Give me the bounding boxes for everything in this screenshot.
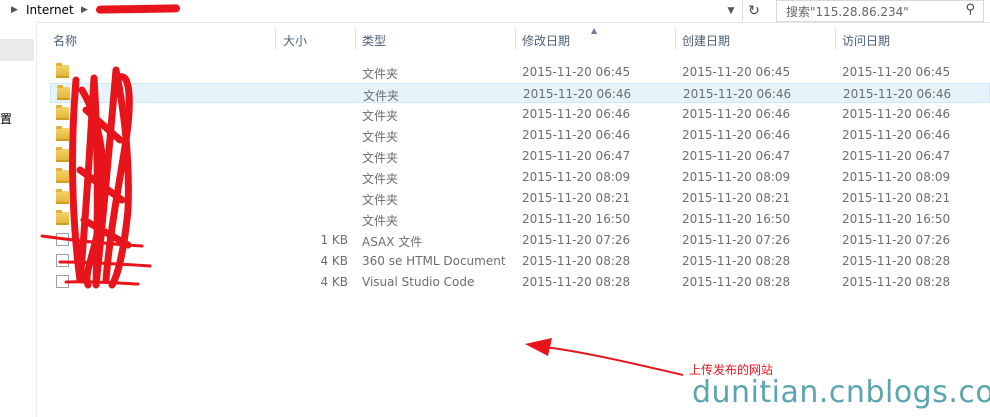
annotation-overlay <box>40 66 684 376</box>
annotation-arrow <box>525 338 684 376</box>
watermark: dunitian.cnblogs.com <box>692 375 990 410</box>
redaction-scribble <box>69 66 133 289</box>
